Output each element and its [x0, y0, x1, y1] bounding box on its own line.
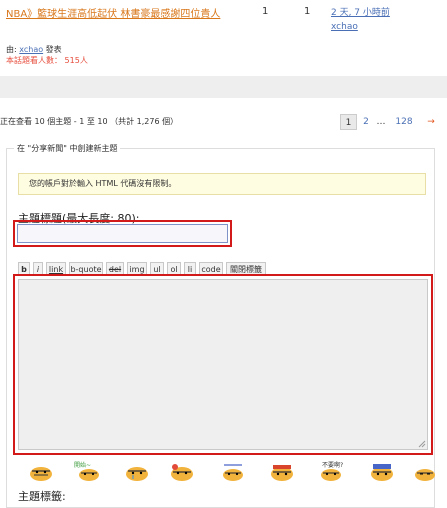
next-page-arrow-icon[interactable]: → [424, 114, 438, 130]
last-post-time-link[interactable]: 2 天, 7 小時前 [331, 8, 390, 18]
tiger-angry-smiley-icon[interactable] [268, 462, 296, 482]
topic-count-summary: 正在查看 10 個主題 - 1 至 10 （共計 1,276 個） [0, 117, 179, 126]
view-count: 1 [304, 6, 311, 17]
topic-list-footer [0, 76, 447, 98]
page-2-link[interactable]: 2 [359, 114, 373, 130]
subject-input[interactable] [17, 224, 228, 243]
topic-row: NBA》籃球生涯高低起伏 林書豪最感謝四位貴人 1 1 2 天, 7 小時前 x… [0, 0, 447, 72]
posted-by-prefix: 由: [6, 45, 17, 54]
topic-title-link[interactable]: NBA》籃球生涯高低起伏 林書豪最感謝四位貴人 [6, 6, 246, 23]
topic-body-textarea[interactable] [18, 279, 428, 450]
last-post-user-link[interactable]: xchao [331, 22, 358, 32]
author-link[interactable]: xchao [19, 45, 43, 54]
viewers-label: 本話題看人數： [6, 56, 62, 65]
tiger-smiley-icon[interactable] [28, 462, 54, 482]
posted-by: 由: xchao 發表 [6, 44, 62, 55]
tiger-wave-smiley-icon[interactable] [76, 462, 102, 482]
reply-count: 1 [262, 6, 269, 17]
viewers-count: 515人 [64, 56, 88, 65]
html-notice: 您的帳戶對於輸入 HTML 代碼沒有限制。 [18, 173, 426, 195]
tiger-lazy-smiley-icon[interactable] [368, 462, 396, 482]
tiger-sleep-smiley-icon[interactable] [412, 462, 438, 482]
page-last-link[interactable]: 128 [393, 114, 415, 130]
page-ellipsis: … [376, 117, 386, 127]
tiger-happy-smiley-icon[interactable] [168, 462, 196, 482]
smiley-caption-8: 不要啊? [322, 462, 344, 469]
last-post: 2 天, 7 小時前 xchao [331, 6, 390, 34]
posted-by-suffix: 發表 [45, 45, 62, 54]
new-topic-legend: 在 "分享新聞" 中創建新主題 [14, 143, 121, 154]
page-current: 1 [340, 114, 357, 130]
tiger-cry-smiley-icon[interactable] [124, 462, 150, 482]
viewers-line: 本話題看人數： 515人 [6, 55, 88, 66]
tags-label: 主題標籤: [18, 490, 66, 503]
tiger-look-smiley-icon[interactable] [220, 462, 246, 482]
pagination: 1 2 … 128 → [340, 114, 445, 130]
resize-grip-icon[interactable] [418, 440, 426, 448]
